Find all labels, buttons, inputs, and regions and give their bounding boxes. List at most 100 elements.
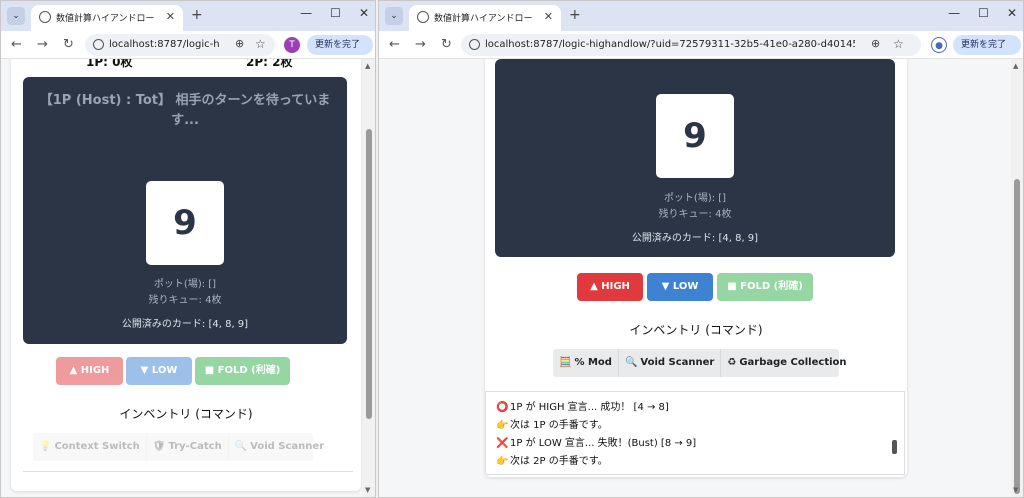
profile-avatar[interactable]: T [284, 37, 300, 53]
update-button[interactable]: 更新を完了 [307, 35, 373, 55]
current-card: 9 [146, 181, 224, 265]
forward-icon[interactable]: → [37, 37, 48, 52]
browser-window-left: ⌄ 数値計算ハイアンドロー | TUKUMO ✕ + — ☐ ✕ ← → ↻ l… [0, 0, 376, 498]
game-card: 1P: 0枚 2P: 2枚 【1P (Host) : Tot】 相手のターンを待… [11, 59, 361, 491]
inventory-item-mod[interactable]: 🧮% Mod [553, 349, 619, 377]
inventory-list: 💡 Context Switch 🛡 Try-Catch 🔍 Void Scanner [33, 433, 324, 461]
abacus-icon: 🧮 [559, 357, 572, 368]
scroll-thumb[interactable] [1014, 179, 1020, 494]
site-info-icon[interactable] [469, 39, 480, 50]
score-2p: 2P: 2枚 [246, 59, 293, 69]
page-content: 9 ポット(場): [] 残りキュー: 4枚 公開済みのカード: [4, 8, … [379, 59, 1023, 497]
page-scrollbar[interactable]: ▲ ▼ [363, 59, 375, 497]
queue-status: 残りキュー: 4枚 [658, 209, 732, 220]
bookmark-star-icon[interactable]: ☆ [255, 37, 266, 51]
game-board: 【1P (Host) : Tot】 相手のターンを待っています... 9 ポット… [23, 77, 347, 344]
maximize-icon[interactable]: ☐ [978, 6, 989, 20]
inventory-item-context-switch[interactable]: 💡 Context Switch [33, 433, 147, 461]
game-card: 9 ポット(場): [] 残りキュー: 4枚 公開済みのカード: [4, 8, … [485, 59, 907, 477]
scroll-up-icon[interactable]: ▲ [365, 62, 370, 70]
tab-strip: ⌄ 数値計算ハイアンドロー | TUKUMO ✕ + — ☐ ✕ [379, 1, 1023, 31]
scroll-up-icon[interactable]: ▲ [1013, 62, 1018, 70]
score-1p: 1P: 0枚 [86, 59, 133, 69]
low-button[interactable]: ▼ LOW [126, 357, 192, 385]
pot-status: ポット(場): [] [153, 279, 217, 290]
url-text[interactable]: localhost:8787/logic-highandlow/?uid=725… [485, 39, 855, 50]
log-line: ⭕ 1P が HIGH 宣言... 成功！ [4 → 8] [496, 402, 669, 413]
minimize-icon[interactable]: — [300, 6, 312, 20]
turn-message: 【1P (Host) : Tot】 相手のターンを待っています... [39, 93, 331, 128]
url-text[interactable]: localhost:8787/logic-high... [109, 39, 219, 50]
close-window-icon[interactable]: ✕ [1007, 6, 1017, 20]
minimize-icon[interactable]: — [948, 6, 960, 20]
pointing-hand-icon: 👉 [496, 420, 509, 431]
magnifier-icon: 🔍 [624, 357, 638, 368]
new-tab-icon[interactable]: + [191, 7, 203, 23]
fold-button[interactable]: ■ FOLD (利確) [195, 357, 290, 385]
pointing-hand-icon: 👉 [496, 456, 509, 467]
pot-status: ポット(場): [] [663, 193, 727, 204]
inventory-item-garbage-collection[interactable]: ♻ Garbage Collection [721, 349, 852, 377]
high-button[interactable]: ▲ HIGH [56, 357, 123, 385]
circle-icon: ⭕ [496, 402, 509, 413]
high-button[interactable]: ▲ HIGH [577, 273, 643, 301]
globe-icon [417, 11, 429, 23]
inventory-item-try-catch[interactable]: 🛡 Try-Catch [147, 433, 229, 461]
browser-toolbar: ← → ↻ localhost:8787/logic-highandlow/?u… [379, 31, 1023, 59]
close-icon[interactable]: ✕ [544, 10, 553, 23]
zoom-icon[interactable]: ⊕ [871, 37, 880, 50]
address-bar[interactable]: localhost:8787/logic-highandlow/?uid=725… [461, 34, 921, 56]
browser-window-right: ⌄ 数値計算ハイアンドロー | TUKUMO ✕ + — ☐ ✕ ← → ↻ l… [378, 0, 1024, 498]
bookmark-star-icon[interactable]: ☆ [893, 37, 904, 51]
recycle-icon: ♻ [727, 357, 737, 368]
fold-button[interactable]: ■ FOLD (利確) [717, 273, 813, 301]
new-tab-icon[interactable]: + [569, 7, 581, 23]
log-scrollbar[interactable] [890, 394, 898, 472]
scroll-down-icon[interactable]: ▼ [365, 486, 370, 494]
inventory-item-void-scanner[interactable]: 🔍 Void Scanner [619, 349, 722, 377]
inventory-title: インベントリ (コマンド) [629, 323, 763, 337]
close-window-icon[interactable]: ✕ [359, 6, 369, 20]
inventory-item-void-scanner[interactable]: 🔍 Void Scanner [229, 433, 330, 461]
page-content: 1P: 0枚 2P: 2枚 【1P (Host) : Tot】 相手のターンを待… [1, 59, 375, 497]
inventory-title: インベントリ (コマンド) [119, 407, 253, 421]
low-button[interactable]: ▼ LOW [647, 273, 713, 301]
back-icon[interactable]: ← [11, 37, 22, 52]
reload-icon[interactable]: ↻ [441, 37, 452, 52]
reload-icon[interactable]: ↻ [63, 37, 74, 52]
tab-title: 数値計算ハイアンドロー | TUKUMO [56, 14, 156, 24]
log-line: 👉 次は 1P の手番です。 [496, 420, 608, 431]
shield-icon: 🛡 [152, 441, 166, 452]
address-bar[interactable]: localhost:8787/logic-high... ⊕ ☆ [85, 34, 275, 56]
game-log[interactable]: ⭕ 1P が HIGH 宣言... 成功！ [4 → 8] 👉 次は 1P の手番で… [485, 391, 905, 475]
zoom-icon[interactable]: ⊕ [235, 37, 244, 50]
tab-active[interactable]: 数値計算ハイアンドロー | TUKUMO ✕ [409, 5, 561, 31]
tab-search-icon[interactable]: ⌄ [385, 7, 403, 25]
tab-active[interactable]: 数値計算ハイアンドロー | TUKUMO ✕ [31, 5, 183, 31]
site-info-icon[interactable] [93, 39, 104, 50]
profile-icon[interactable]: ● [931, 37, 947, 53]
scroll-down-icon[interactable]: ▼ [1013, 486, 1018, 494]
maximize-icon[interactable]: ☐ [330, 6, 341, 20]
page-scrollbar[interactable]: ▲ ▼ [1011, 59, 1023, 497]
log-scroll-thumb[interactable] [892, 440, 897, 454]
tab-strip: ⌄ 数値計算ハイアンドロー | TUKUMO ✕ + — ☐ ✕ [1, 1, 375, 31]
queue-status: 残りキュー: 4枚 [148, 295, 222, 306]
update-button[interactable]: 更新を完了 [953, 35, 1021, 55]
window-controls: — ☐ ✕ [948, 6, 1017, 20]
lightbulb-icon: 💡 [39, 441, 52, 452]
game-board: 9 ポット(場): [] 残りキュー: 4枚 公開済みのカード: [4, 8, … [495, 59, 895, 257]
log-line: ❌ 1P が LOW 宣言... 失敗！(Bust) [8 → 9] [496, 438, 697, 449]
current-card: 9 [656, 94, 734, 178]
scroll-thumb[interactable] [366, 129, 372, 419]
game-log[interactable] [23, 471, 353, 491]
back-icon[interactable]: ← [389, 37, 400, 52]
globe-icon [39, 11, 51, 23]
forward-icon[interactable]: → [415, 37, 426, 52]
tab-title: 数値計算ハイアンドロー | TUKUMO [434, 14, 534, 24]
cross-icon: ❌ [496, 438, 509, 449]
close-icon[interactable]: ✕ [166, 10, 175, 23]
revealed-cards: 公開済みのカード: [4, 8, 9] [631, 233, 759, 244]
tab-search-icon[interactable]: ⌄ [7, 7, 25, 25]
window-controls: — ☐ ✕ [300, 6, 369, 20]
